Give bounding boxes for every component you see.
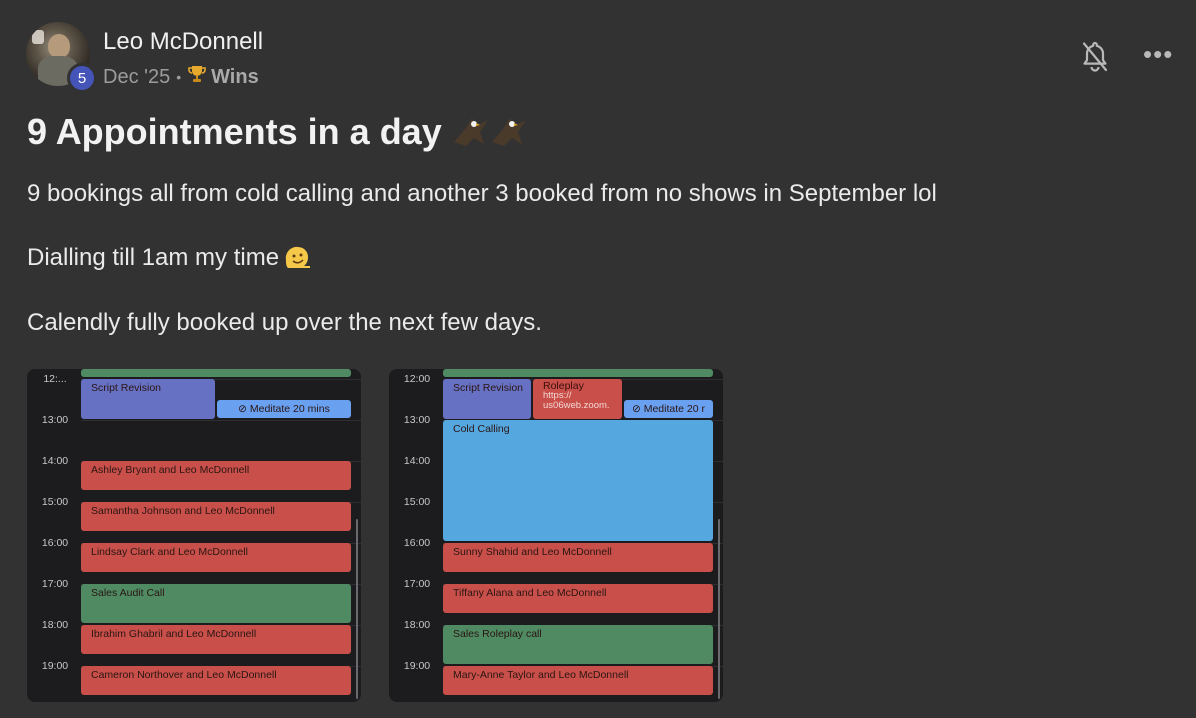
time-label: 13:00 bbox=[41, 414, 69, 426]
time-label: 15:00 bbox=[41, 496, 69, 508]
author-name[interactable]: Leo McDonnell bbox=[103, 28, 263, 56]
calendar-event[interactable]: Script Revision bbox=[443, 379, 531, 419]
calendar-screenshot-1[interactable]: 12:... 13:00 14:00 15:00 16:00 17:00 18:… bbox=[27, 369, 361, 702]
time-label: 16:00 bbox=[41, 537, 69, 549]
time-label: 12:... bbox=[43, 373, 67, 385]
calendar-event[interactable]: ⊘ Meditate 20 r bbox=[624, 400, 713, 418]
eagle-emoji bbox=[491, 118, 526, 146]
post-paragraph-text: Dialling till 1am my time bbox=[27, 244, 280, 271]
time-label: 18:00 bbox=[403, 619, 431, 631]
calendar-event[interactable]: Cameron Northover and Leo McDonnell bbox=[81, 666, 351, 695]
post-paragraph: 9 bookings all from cold calling and ano… bbox=[27, 180, 937, 207]
event-link: us06web.zoom. bbox=[543, 400, 610, 411]
time-label: 16:00 bbox=[403, 537, 431, 549]
melting-face-emoji bbox=[285, 246, 311, 268]
calendar-event[interactable] bbox=[443, 369, 713, 377]
calendar-event[interactable]: Tiffany Alana and Leo McDonnell bbox=[443, 584, 713, 613]
scrollbar[interactable] bbox=[356, 519, 358, 699]
post-paragraph: Calendly fully booked up over the next f… bbox=[27, 309, 542, 336]
time-label: 18:00 bbox=[41, 619, 69, 631]
time-label: 14:00 bbox=[41, 455, 69, 467]
bell-off-icon[interactable] bbox=[1081, 40, 1109, 74]
calendar-screenshot-2[interactable]: 12:00 13:00 14:00 15:00 16:00 17:00 18:0… bbox=[389, 369, 723, 702]
time-label: 12:00 bbox=[403, 373, 431, 385]
time-label: 13:00 bbox=[403, 414, 431, 426]
trophy-icon bbox=[187, 64, 207, 90]
scrollbar[interactable] bbox=[718, 519, 720, 699]
calendar-event-roleplay[interactable]: Roleplay https:// us06web.zoom. bbox=[533, 379, 622, 419]
calendar-event[interactable] bbox=[81, 369, 351, 377]
meta-separator: • bbox=[176, 69, 182, 85]
post-paragraph: Dialling till 1am my time bbox=[27, 244, 311, 272]
calendar-event[interactable]: Samantha Johnson and Leo McDonnell bbox=[81, 502, 351, 531]
calendar-event[interactable]: Mary-Anne Taylor and Leo McDonnell bbox=[443, 666, 713, 695]
calendar-event[interactable]: Sales Audit Call bbox=[81, 584, 351, 623]
post-title: 9 Appointments in a day bbox=[27, 111, 528, 153]
time-label: 14:00 bbox=[403, 455, 431, 467]
category-link[interactable]: Wins bbox=[211, 66, 259, 89]
hour-line bbox=[81, 420, 361, 421]
time-label: 17:00 bbox=[41, 578, 69, 590]
time-label: 15:00 bbox=[403, 496, 431, 508]
time-label: 19:00 bbox=[41, 660, 69, 672]
time-label: 19:00 bbox=[403, 660, 431, 672]
time-label: 17:00 bbox=[403, 578, 431, 590]
post-meta: Dec '25 • Wins bbox=[103, 64, 259, 90]
calendar-event[interactable]: Lindsay Clark and Leo McDonnell bbox=[81, 543, 351, 572]
calendar-event[interactable]: ⊘ Meditate 20 mins bbox=[217, 400, 351, 418]
avatar-detail bbox=[32, 30, 44, 44]
level-badge: 5 bbox=[67, 63, 97, 93]
more-options-icon[interactable]: ••• bbox=[1143, 41, 1173, 67]
calendar-event[interactable]: Sunny Shahid and Leo McDonnell bbox=[443, 543, 713, 572]
calendar-event[interactable]: Ashley Bryant and Leo McDonnell bbox=[81, 461, 351, 490]
eagle-emoji bbox=[453, 118, 488, 146]
avatar-face bbox=[48, 34, 70, 58]
calendar-event[interactable]: Ibrahim Ghabril and Leo McDonnell bbox=[81, 625, 351, 654]
calendar-event[interactable]: Sales Roleplay call bbox=[443, 625, 713, 664]
eagle-emoji-group bbox=[452, 114, 528, 150]
calendar-event[interactable]: Cold Calling bbox=[443, 420, 713, 541]
post-date[interactable]: Dec '25 bbox=[103, 66, 170, 89]
calendar-event[interactable]: Script Revision bbox=[81, 379, 215, 419]
post-title-text: 9 Appointments in a day bbox=[27, 111, 442, 152]
